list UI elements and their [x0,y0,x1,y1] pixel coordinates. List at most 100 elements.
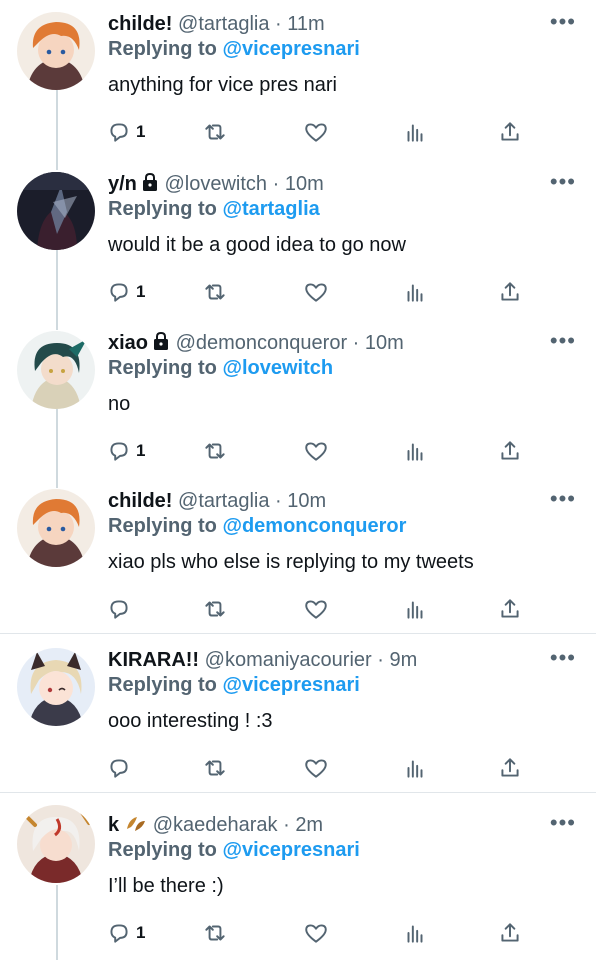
mention-link[interactable]: @lovewitch [222,357,333,379]
tweet-text: I’ll be there :) [108,875,224,897]
reply-button[interactable]: 1 [106,118,145,146]
heart-icon [305,759,327,778]
retweet-button[interactable] [202,919,228,947]
analytics-button[interactable] [402,118,428,146]
reply-button[interactable]: 1 [106,278,145,306]
avatar[interactable] [17,805,95,883]
avatar[interactable] [17,648,95,726]
share-button[interactable] [497,278,523,306]
mention-link[interactable]: @vicepresnari [222,38,359,60]
retweet-button[interactable] [202,754,228,782]
more-options-icon[interactable]: ••• [550,647,576,669]
action-bar: 1 [106,118,546,146]
mention-link[interactable]: @tartaglia [222,198,319,220]
analytics-button[interactable] [402,919,428,947]
display-name[interactable]: KIRARA!! [108,649,199,671]
tweet[interactable]: childe! @tartaglia · 10m ••• Replying to… [0,477,596,633]
tweet[interactable]: xiao @demonconqueror · 10m ••• Replying … [0,319,596,479]
action-bar: 1 [106,278,546,306]
separator-dot: · [275,13,282,35]
like-button[interactable] [303,595,329,623]
analytics-icon [407,601,423,619]
timestamp[interactable]: 9m [389,649,417,671]
lock-icon [152,331,170,357]
retweet-button[interactable] [202,278,228,306]
mention-link[interactable]: @demonconqueror [222,515,406,537]
divider [0,633,596,634]
reply-button[interactable]: 1 [106,919,145,947]
share-button[interactable] [497,595,523,623]
analytics-button[interactable] [402,278,428,306]
more-options-icon[interactable]: ••• [550,488,576,510]
mention-link[interactable]: @vicepresnari [222,839,359,861]
display-name[interactable]: xiao [108,332,148,354]
user-handle[interactable]: @tartaglia [178,13,269,35]
reply-icon [110,123,128,142]
display-name[interactable]: y/n [108,173,137,195]
display-name[interactable]: childe! [108,490,172,512]
reply-button[interactable] [106,754,136,782]
reply-button[interactable] [106,595,136,623]
display-name[interactable]: k [108,814,119,836]
like-button[interactable] [303,278,329,306]
reply-count: 1 [136,122,146,141]
tweet-header: y/n @lovewitch · 10m [108,172,324,198]
timestamp[interactable]: 11m [287,13,324,35]
reply-button[interactable]: 1 [106,437,145,465]
reply-icon [110,283,128,302]
timestamp[interactable]: 10m [365,332,404,354]
tweet[interactable]: k @kaedeharak · 2m ••• Replying to @vice… [0,801,596,960]
reply-count: 1 [136,282,146,301]
user-handle[interactable]: @kaedeharak [153,814,278,836]
display-name[interactable]: childe! [108,13,172,35]
reply-count: 1 [136,923,146,942]
share-button[interactable] [497,754,523,782]
user-handle[interactable]: @komaniyacourier [205,649,372,671]
retweet-button[interactable] [202,437,228,465]
user-handle[interactable]: @lovewitch [164,173,267,195]
tweet-text: anything for vice pres nari [108,74,338,96]
like-button[interactable] [303,437,329,465]
more-options-icon[interactable]: ••• [550,812,576,834]
analytics-button[interactable] [402,437,428,465]
retweet-button[interactable] [202,595,228,623]
action-bar: 1 [106,437,546,465]
like-button[interactable] [303,754,329,782]
reply-icon [110,600,128,619]
mention-link[interactable]: @vicepresnari [222,674,359,696]
timestamp[interactable]: 10m [285,173,324,195]
separator-dot: · [272,173,280,195]
share-button[interactable] [497,437,523,465]
tweet[interactable]: KIRARA!! @komaniyacourier · 9m ••• Reply… [0,636,596,792]
like-button[interactable] [303,118,329,146]
avatar[interactable] [17,172,95,250]
replying-to: Replying to @demonconqueror [108,515,406,538]
timestamp[interactable]: 10m [287,490,326,512]
avatar[interactable] [17,489,95,567]
heart-icon [305,283,327,302]
more-options-icon[interactable]: ••• [550,171,576,193]
avatar-teal-hair-image [17,331,95,409]
user-handle[interactable]: @demonconqueror [176,332,348,354]
analytics-button[interactable] [402,595,428,623]
avatar[interactable] [17,331,95,409]
timestamp[interactable]: 2m [295,814,323,836]
analytics-icon [407,760,423,778]
tweet[interactable]: childe! @tartaglia · 11m ••• Replying to… [0,0,596,160]
analytics-button[interactable] [402,754,428,782]
user-handle[interactable]: @tartaglia [178,490,269,512]
tweet-text: no [108,393,131,415]
tweet[interactable]: y/n @lovewitch · 10m ••• Replying to @ta… [0,160,596,320]
tweet-text: would it be a good idea to go now [108,234,406,256]
avatar-white-hair-image [17,805,95,883]
like-button[interactable] [303,919,329,947]
analytics-icon [407,124,423,142]
analytics-icon [407,925,423,943]
more-options-icon[interactable]: ••• [550,330,576,352]
more-options-icon[interactable]: ••• [550,11,576,33]
retweet-button[interactable] [202,118,228,146]
avatar[interactable] [17,12,95,90]
replying-to: Replying to @vicepresnari [108,674,360,697]
share-button[interactable] [497,919,523,947]
share-button[interactable] [497,118,523,146]
